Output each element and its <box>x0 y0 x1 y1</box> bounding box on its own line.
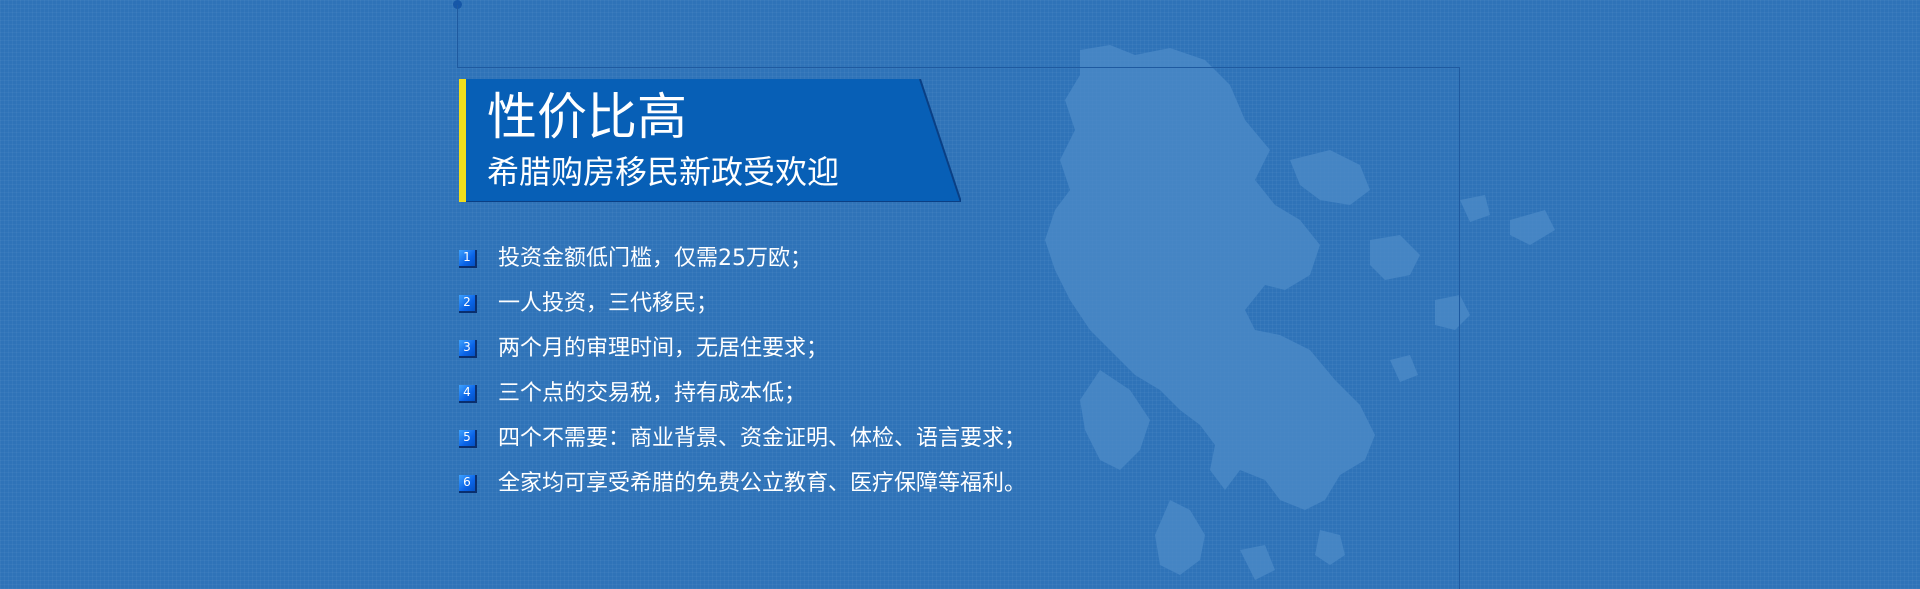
feature-text: 三个点的交易税，持有成本低； <box>498 380 807 406</box>
list-item: 6 全家均可享受希腊的免费公立教育、医疗保障等福利。 <box>459 461 1026 506</box>
number-badge: 3 <box>459 339 477 358</box>
number-badge: 6 <box>459 474 477 493</box>
frame-line-horizontal <box>457 67 1460 68</box>
feature-text: 全家均可享受希腊的免费公立教育、医疗保障等福利。 <box>498 470 1027 496</box>
banner-subtitle: 希腊购房移民新政受欢迎 <box>487 153 840 191</box>
banner-accent-bar <box>459 79 466 202</box>
feature-list: 1 投资金额低门槛，仅需25万欧； 2 一人投资，三代移民； 3 两个月的审理时… <box>459 236 1026 506</box>
number-badge: 1 <box>459 249 477 268</box>
list-item: 1 投资金额低门槛，仅需25万欧； <box>459 236 1026 281</box>
list-item: 2 一人投资，三代移民； <box>459 281 1026 326</box>
list-item: 4 三个点的交易税，持有成本低； <box>459 371 1026 416</box>
number-badge: 5 <box>459 429 477 448</box>
feature-text: 四个不需要：商业背景、资金证明、体检、语言要求； <box>498 425 1027 451</box>
frame-line-vertical <box>457 5 458 68</box>
title-banner: 性价比高 希腊购房移民新政受欢迎 <box>459 79 961 202</box>
number-badge: 4 <box>459 384 477 403</box>
feature-text: 投资金额低门槛，仅需25万欧； <box>498 245 812 271</box>
list-item: 5 四个不需要：商业背景、资金证明、体检、语言要求； <box>459 416 1026 461</box>
greece-map-icon <box>1045 45 1555 580</box>
number-badge: 2 <box>459 294 477 313</box>
list-item: 3 两个月的审理时间，无居住要求； <box>459 326 1026 371</box>
feature-text: 一人投资，三代移民； <box>498 290 719 316</box>
banner-title: 性价比高 <box>487 88 687 146</box>
frame-line-right <box>1459 67 1460 589</box>
feature-text: 两个月的审理时间，无居住要求； <box>498 335 829 361</box>
